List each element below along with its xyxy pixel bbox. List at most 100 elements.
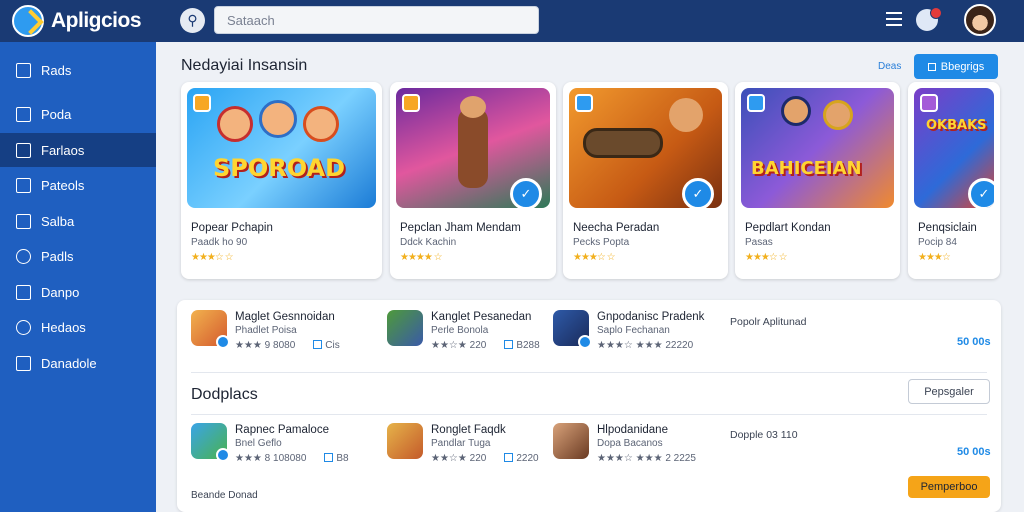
card-title: Penqsiclain [918, 222, 977, 234]
app-subtitle: Pandlar Tuga [431, 438, 491, 449]
featured-card[interactable]: ✓ Neecha Peradan Pecks Popta ★★★☆ ☆ [563, 82, 728, 279]
section-button[interactable]: Pepsgaler [908, 379, 990, 404]
sidebar-item-padls[interactable]: Padls [0, 239, 156, 273]
browse-button[interactable]: Bbegrigs [914, 54, 998, 79]
list-icon [16, 284, 31, 300]
card-title: Pepdlart Kondan [745, 222, 831, 234]
orange-button[interactable]: Pemperboo [908, 476, 990, 498]
search-icon[interactable]: ⚲ [180, 8, 205, 33]
app-name: Kanglet Pesanedan [431, 311, 532, 323]
sidebar-item-danadole[interactable]: Danadole [0, 346, 156, 380]
list-item[interactable]: Ronglet Faqdk Pandlar Tuga ★★☆★ 220 2220 [387, 423, 539, 467]
divider [191, 414, 987, 415]
square-icon [927, 62, 936, 71]
app-rating: ★★★ 8 108080 B8 [235, 453, 349, 464]
badge-icon [920, 94, 938, 112]
sidebar-item-label: Danadole [41, 355, 97, 371]
sidebar-item-poda[interactable]: Poda [0, 97, 156, 131]
app-title: Apligcios [51, 9, 142, 32]
app-icon [191, 423, 230, 462]
featured-card[interactable]: ✓ Pepclan Jham Mendam Ddck Kachin ★★★★ ☆ [390, 82, 556, 279]
sidebar-item-label: Danpo [41, 284, 80, 300]
featured-card[interactable]: BAHICEIAN Pepdlart Kondan Pasas ★★★☆ ☆ [735, 82, 900, 279]
card-rating: ★★★☆ ☆ [191, 252, 234, 263]
card-subtitle: Pasas [745, 237, 773, 248]
sidebar: Rads Poda Farlaos Pateols Salba Padls Da… [0, 42, 156, 512]
card-title: Pepclan Jham Mendam [400, 222, 521, 234]
sidebar-item-danpo[interactable]: Danpo [0, 275, 156, 309]
featured-card[interactable]: SPOROAD Popear Pchapin Paadk ho 90 ★★★☆ … [181, 82, 382, 279]
app-rating: ★★★☆ ★★★ 2 2225 [597, 453, 696, 464]
game-artwork-title: BAHICEIAN [751, 158, 862, 179]
sidebar-item-label: Hedaos [41, 319, 86, 335]
app-rating: ★★☆★ 220 B288 [431, 340, 540, 351]
badge-icon [193, 94, 211, 112]
menu-icon[interactable] [886, 12, 902, 26]
game-artwork: ✓ [569, 88, 722, 208]
sidebar-item-farlaos[interactable]: Farlaos [0, 133, 156, 167]
badge-icon [402, 94, 420, 112]
sidebar-item-salba[interactable]: Salba [0, 204, 156, 238]
app-name: Maglet Gesnnoidan [235, 311, 335, 323]
card-subtitle: Pecks Popta [573, 237, 630, 248]
sidebar-item-pateols[interactable]: Pateols [0, 168, 156, 202]
card-rating: ★★★☆ [918, 252, 951, 263]
user-avatar[interactable] [964, 4, 996, 36]
list-item[interactable]: Rapnec Pamaloce Bnel Geflo ★★★ 8 108080 B… [191, 423, 349, 467]
app-rating: ★★★☆ ★★★ 22220 [597, 340, 694, 351]
verified-icon: ✓ [510, 178, 542, 208]
card-rating: ★★★☆ ☆ [573, 252, 616, 263]
sidebar-item-label: Farlaos [41, 142, 85, 158]
sidebar-item-label: Salba [41, 213, 75, 229]
card-subtitle: Paadk ho 90 [191, 237, 248, 248]
app-subtitle: Dopa Bacanos [597, 438, 663, 449]
side-note: Popolr Aplitunad [730, 316, 807, 328]
app-subtitle: Bnel Geflo [235, 438, 282, 449]
footer-label: Beande Donad [191, 490, 258, 501]
price-label[interactable]: 50 00s [957, 446, 991, 458]
game-artwork-title: OKBAKS [926, 118, 987, 133]
list-item[interactable]: Maglet Gesnnoidan Phadlet Poisa ★★★ 9 80… [191, 310, 340, 354]
app-rating: ★★★ 9 8080 Cis [235, 340, 340, 351]
home-icon [16, 62, 31, 78]
app-icon [191, 310, 230, 349]
card-rating: ★★★★ ☆ [400, 252, 443, 263]
sidebar-item-label: Padls [41, 248, 74, 264]
app-icon [553, 310, 592, 349]
sidebar-item-hedaos[interactable]: Hedaos [0, 310, 156, 344]
price-label[interactable]: 50 00s [957, 336, 991, 348]
home-icon [16, 177, 31, 193]
card-title: Popear Pchapin [191, 222, 273, 234]
app-subtitle: Phadlet Poisa [235, 325, 297, 336]
app-icon [387, 423, 423, 459]
eye-icon [16, 319, 31, 335]
sidebar-item-label: Poda [41, 106, 72, 122]
featured-card[interactable]: OKBAKS ✓ Penqsiclain Pocip 84 ★★★☆ [908, 82, 1000, 279]
see-all-link[interactable]: Deas [878, 61, 901, 72]
logo-icon [12, 5, 44, 37]
app-name: Gnpodanisc Pradenk [597, 311, 705, 323]
featured-section-title: Nedayiai Insansin [181, 57, 308, 74]
game-artwork: OKBAKS ✓ [914, 88, 994, 208]
app-name: Rapnec Pamaloce [235, 424, 329, 436]
list-item[interactable]: Hlpodanidane Dopa Bacanos ★★★☆ ★★★ 2 222… [553, 423, 696, 467]
verified-icon: ✓ [968, 178, 994, 208]
bell-icon[interactable] [916, 7, 942, 31]
divider [191, 372, 987, 373]
app-subtitle: Perle Bonola [431, 325, 489, 336]
circle-icon [16, 248, 31, 264]
list-item[interactable]: Kanglet Pesanedan Perle Bonola ★★☆★ 220 B… [387, 310, 540, 354]
search-input[interactable] [214, 6, 539, 34]
sidebar-item-label: Pateols [41, 177, 85, 193]
badge-icon [747, 94, 765, 112]
sidebar-item-rads[interactable]: Rads [0, 53, 156, 87]
game-artwork-title: SPOROAD [213, 154, 346, 182]
game-artwork: SPOROAD [187, 88, 376, 208]
browse-button-label: Bbegrigs [940, 60, 985, 73]
app-name: Hlpodanidane [597, 424, 668, 436]
list-item[interactable]: Gnpodanisc Pradenk Saplo Fechanan ★★★☆ ★… [553, 310, 704, 354]
sidebar-item-label: Rads [41, 62, 72, 78]
app-logo[interactable]: Apligcios [12, 5, 142, 37]
app-name: Ronglet Faqdk [431, 424, 506, 436]
game-artwork: BAHICEIAN [741, 88, 894, 208]
